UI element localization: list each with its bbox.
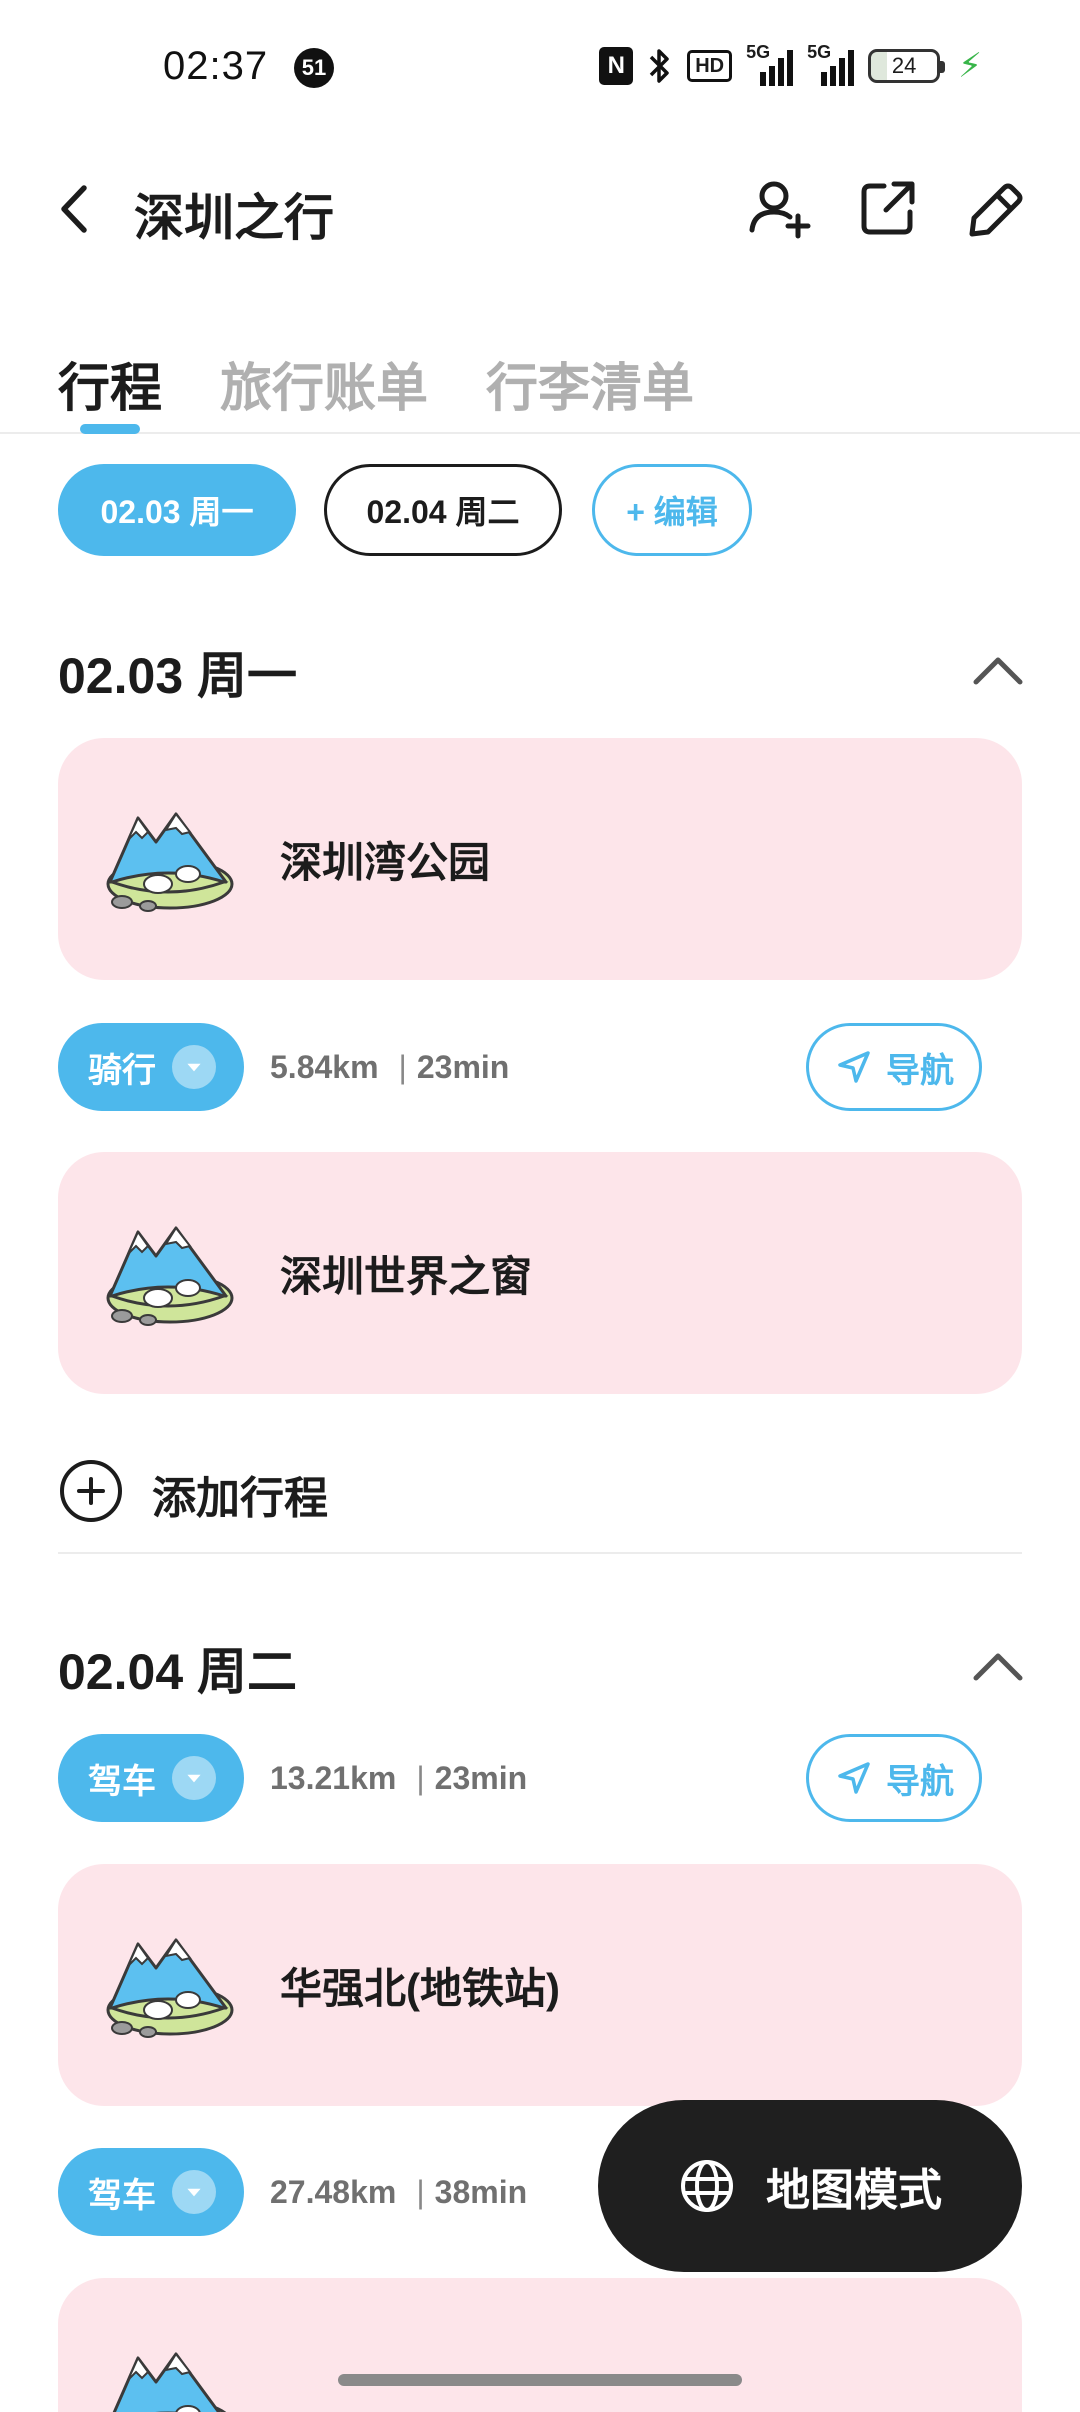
date-chip-0204[interactable]: 02.04 周二: [324, 464, 562, 556]
place-name: 深圳湾公园: [280, 838, 491, 886]
header: 深圳之行: [0, 150, 1080, 270]
route-info: 13.21km | 23min: [270, 1734, 527, 1822]
day-title-1: 02.03 周一: [58, 648, 298, 704]
caret-down-icon: [172, 1756, 216, 1800]
tab-itinerary[interactable]: 行程: [58, 346, 162, 421]
map-mode-label: 地图模式: [766, 2166, 942, 2215]
route-duration: 38min: [434, 2173, 528, 2210]
add-circle-icon: [60, 1460, 122, 1522]
route-distance: 27.48km: [270, 2173, 397, 2210]
day-title-2: 02.04 周二: [58, 1644, 298, 1700]
navigation-arrow-icon: [834, 1758, 874, 1798]
edit-icon[interactable]: [960, 172, 1032, 244]
share-icon[interactable]: [852, 172, 924, 244]
place-card[interactable]: 华强北(地铁站): [58, 1864, 1022, 2106]
navigate-label: 导航: [886, 1051, 954, 1090]
tab-bar: 行程 旅行账单 行李清单: [0, 340, 1080, 434]
mountain-thumbnail-icon: [98, 798, 238, 918]
notification-count-badge: 51: [294, 48, 334, 88]
back-arrow-icon[interactable]: [48, 174, 104, 244]
home-indicator[interactable]: [338, 2374, 742, 2386]
status-time: 02:37: [163, 44, 269, 88]
collapse-chevron-up-icon[interactable]: [968, 1646, 1028, 1686]
caret-down-icon: [172, 2170, 216, 2214]
travel-mode-button[interactable]: 骑行: [58, 1023, 244, 1111]
edit-dates-button[interactable]: + 编辑: [592, 464, 752, 556]
add-itinerary-row[interactable]: 添加行程: [58, 1454, 1022, 1554]
status-bar: 02:37 51 N HD 5G 5G 24 ⚡: [0, 0, 1080, 140]
route-info: 5.84km | 23min: [270, 1023, 509, 1111]
navigate-button[interactable]: 导航: [806, 1023, 982, 1111]
date-chip-0203[interactable]: 02.03 周一: [58, 464, 296, 556]
route-duration: 23min: [434, 1759, 528, 1796]
tab-packing-list[interactable]: 行李清单: [486, 346, 694, 421]
mountain-thumbnail-icon: [98, 1924, 238, 2044]
add-itinerary-label: 添加行程: [152, 1474, 328, 1523]
charging-icon: ⚡: [958, 47, 982, 85]
battery-icon: 24: [868, 49, 946, 83]
travel-mode-button[interactable]: 驾车: [58, 2148, 244, 2236]
place-card[interactable]: 深圳世界之窗: [58, 1152, 1022, 1394]
add-member-icon[interactable]: [744, 172, 816, 244]
route-row: 骑行 5.84km | 23min 导航: [58, 1023, 1022, 1111]
mountain-thumbnail-icon: [98, 2338, 238, 2412]
navigate-label: 导航: [886, 1762, 954, 1801]
route-duration: 23min: [416, 1048, 510, 1085]
place-card[interactable]: 深圳湾公园: [58, 738, 1022, 980]
place-name: 深圳世界之窗: [280, 1252, 533, 1300]
place-card[interactable]: [58, 2278, 1022, 2412]
travel-mode-button[interactable]: 驾车: [58, 1734, 244, 1822]
signal-5g-icon-1: 5G: [746, 42, 794, 86]
travel-mode-label: 驾车: [88, 2176, 156, 2215]
caret-down-icon: [172, 1045, 216, 1089]
route-distance: 13.21km: [270, 1759, 397, 1796]
travel-mode-label: 骑行: [88, 1051, 156, 1090]
active-tab-indicator: [80, 424, 140, 434]
route-info: 27.48km | 38min: [270, 2148, 527, 2236]
globe-icon: [681, 2160, 733, 2212]
route-row: 驾车 13.21km | 23min 导航: [58, 1734, 1022, 1822]
status-icons: N HD 5G 5G 24 ⚡: [599, 42, 982, 88]
route-separator: |: [416, 1759, 425, 1796]
route-distance: 5.84km: [270, 1048, 379, 1085]
route-separator: |: [398, 1048, 407, 1085]
travel-mode-label: 驾车: [88, 1762, 156, 1801]
page-title: 深圳之行: [134, 190, 334, 246]
map-mode-button[interactable]: 地图模式: [598, 2100, 1022, 2272]
nfc-icon: N: [599, 47, 634, 85]
place-name: 华强北(地铁站): [280, 1964, 560, 2012]
hd-voice-icon: HD: [687, 50, 733, 82]
tab-travel-bill[interactable]: 旅行账单: [220, 346, 428, 421]
navigate-button[interactable]: 导航: [806, 1734, 982, 1822]
route-separator: |: [416, 2173, 425, 2210]
signal-5g-icon-2: 5G: [807, 42, 855, 86]
bluetooth-icon: [649, 49, 669, 83]
collapse-chevron-up-icon[interactable]: [968, 650, 1028, 690]
mountain-thumbnail-icon: [98, 1212, 238, 1332]
navigation-arrow-icon: [834, 1047, 874, 1087]
